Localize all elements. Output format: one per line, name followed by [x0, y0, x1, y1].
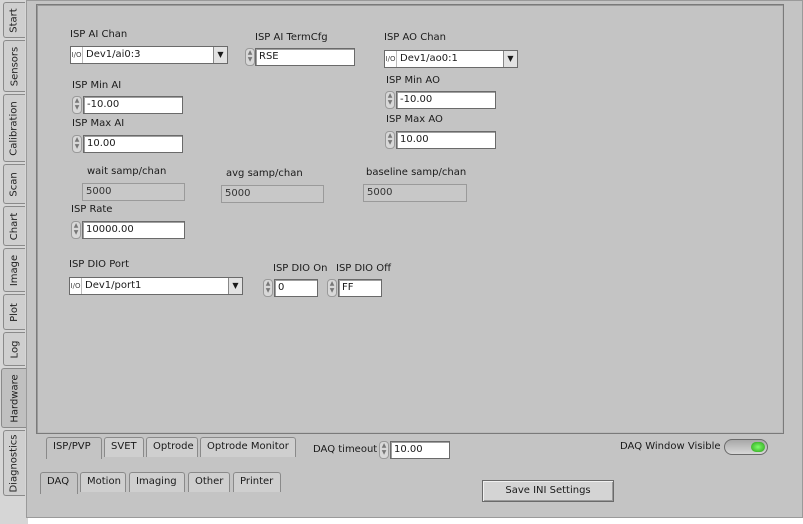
vtab-chart[interactable]: Chart — [3, 206, 25, 246]
isp-min-ai-stepper[interactable]: ▲ ▼ — [72, 96, 82, 114]
isp-dio-on-input[interactable]: 0 — [274, 279, 318, 297]
isp-max-ai-input[interactable]: 10.00 — [83, 135, 183, 153]
tab-isp-pvp[interactable]: ISP/PVP — [46, 437, 102, 459]
vertical-tab-strip: Start Sensors Calibration Scan Chart Ima… — [0, 0, 28, 524]
isp-dio-off-input[interactable]: FF — [338, 279, 382, 297]
baseline-samp-chan-label: baseline samp/chan — [366, 167, 467, 178]
isp-ai-termcfg-label: ISP AI TermCfg — [255, 32, 328, 43]
isp-min-ai-input[interactable]: -10.00 — [83, 96, 183, 114]
daq-timeout-input[interactable]: 10.00 — [390, 441, 450, 459]
isp-max-ai-label: ISP Max AI — [72, 118, 125, 129]
chevron-down-icon[interactable]: ▼ — [228, 278, 242, 294]
save-ini-settings-button[interactable]: Save INI Settings — [482, 480, 614, 502]
isp-dio-port-label: ISP DIO Port — [69, 259, 130, 270]
isp-ao-chan-combo[interactable]: I/O Dev1/ao0:1 ▼ — [384, 50, 518, 68]
led-on-icon — [751, 442, 765, 452]
vtab-plot[interactable]: Plot — [3, 294, 25, 330]
tab-other[interactable]: Other — [188, 472, 230, 492]
avg-samp-chan-indicator: 5000 — [221, 185, 324, 203]
isp-min-ai-label: ISP Min AI — [72, 80, 122, 91]
chevron-down-icon[interactable]: ▼ — [213, 47, 227, 63]
isp-rate-stepper[interactable]: ▲ ▼ — [71, 221, 81, 239]
tab-motion[interactable]: Motion — [80, 472, 126, 492]
daq-window-visible-toggle[interactable] — [724, 439, 768, 455]
io-name-icon[interactable]: I/O — [385, 51, 397, 67]
isp-rate-input[interactable]: 10000.00 — [82, 221, 185, 239]
isp-dio-on-stepper[interactable]: ▲ ▼ — [263, 279, 273, 297]
isp-dio-port-combo[interactable]: I/O Dev1/port1 ▼ — [69, 277, 243, 295]
daq-timeout-label: DAQ timeout — [313, 444, 378, 455]
tab-svet[interactable]: SVET — [104, 437, 144, 457]
tab-daq[interactable]: DAQ — [40, 472, 78, 494]
wait-samp-chan-indicator: 5000 — [82, 183, 185, 201]
vtab-hardware[interactable]: Hardware — [1, 368, 28, 428]
isp-max-ao-label: ISP Max AO — [386, 114, 443, 125]
wait-samp-chan-label: wait samp/chan — [87, 166, 167, 177]
isp-ai-chan-label: ISP AI Chan — [70, 29, 128, 40]
io-name-icon[interactable]: I/O — [71, 47, 83, 63]
isp-dio-off-stepper[interactable]: ▲ ▼ — [327, 279, 337, 297]
isp-max-ao-input[interactable]: 10.00 — [396, 131, 496, 149]
baseline-samp-chan-indicator: 5000 — [363, 184, 467, 202]
vtab-calibration[interactable]: Calibration — [3, 94, 25, 162]
isp-min-ao-input[interactable]: -10.00 — [396, 91, 496, 109]
isp-min-ao-label: ISP Min AO — [386, 75, 440, 86]
isp-dio-off-label: ISP DIO Off — [336, 263, 391, 274]
daq-window-visible-label: DAQ Window Visible — [620, 441, 721, 452]
vtab-sensors[interactable]: Sensors — [3, 40, 25, 92]
avg-samp-chan-label: avg samp/chan — [226, 168, 303, 179]
tab-printer[interactable]: Printer — [233, 472, 281, 492]
isp-max-ao-stepper[interactable]: ▲ ▼ — [385, 131, 395, 149]
isp-ai-chan-combo[interactable]: I/O Dev1/ai0:3 ▼ — [70, 46, 228, 64]
isp-ao-chan-label: ISP AO Chan — [384, 32, 447, 43]
vtab-scan[interactable]: Scan — [3, 164, 25, 204]
isp-dio-on-label: ISP DIO On — [273, 263, 328, 274]
isp-ai-termcfg-ring[interactable]: RSE — [255, 48, 355, 66]
io-name-icon[interactable]: I/O — [70, 278, 82, 294]
isp-max-ai-stepper[interactable]: ▲ ▼ — [72, 135, 82, 153]
vtab-image[interactable]: Image — [3, 248, 25, 292]
vtab-log[interactable]: Log — [3, 332, 25, 366]
tab-optrode[interactable]: Optrode — [146, 437, 198, 457]
vtab-diagnostics[interactable]: Diagnostics — [3, 430, 25, 496]
tab-optrode-monitor[interactable]: Optrode Monitor — [200, 437, 296, 457]
tab-imaging[interactable]: Imaging — [129, 472, 185, 492]
daq-timeout-stepper[interactable]: ▲ ▼ — [379, 441, 389, 459]
isp-rate-label: ISP Rate — [71, 204, 113, 215]
isp-ai-termcfg-ring-arrows[interactable]: ▲ ▼ — [245, 48, 255, 66]
chevron-down-icon[interactable]: ▼ — [503, 51, 517, 67]
isp-min-ao-stepper[interactable]: ▲ ▼ — [385, 91, 395, 109]
vtab-start[interactable]: Start — [3, 2, 25, 38]
isp-pvp-panel — [38, 6, 782, 432]
